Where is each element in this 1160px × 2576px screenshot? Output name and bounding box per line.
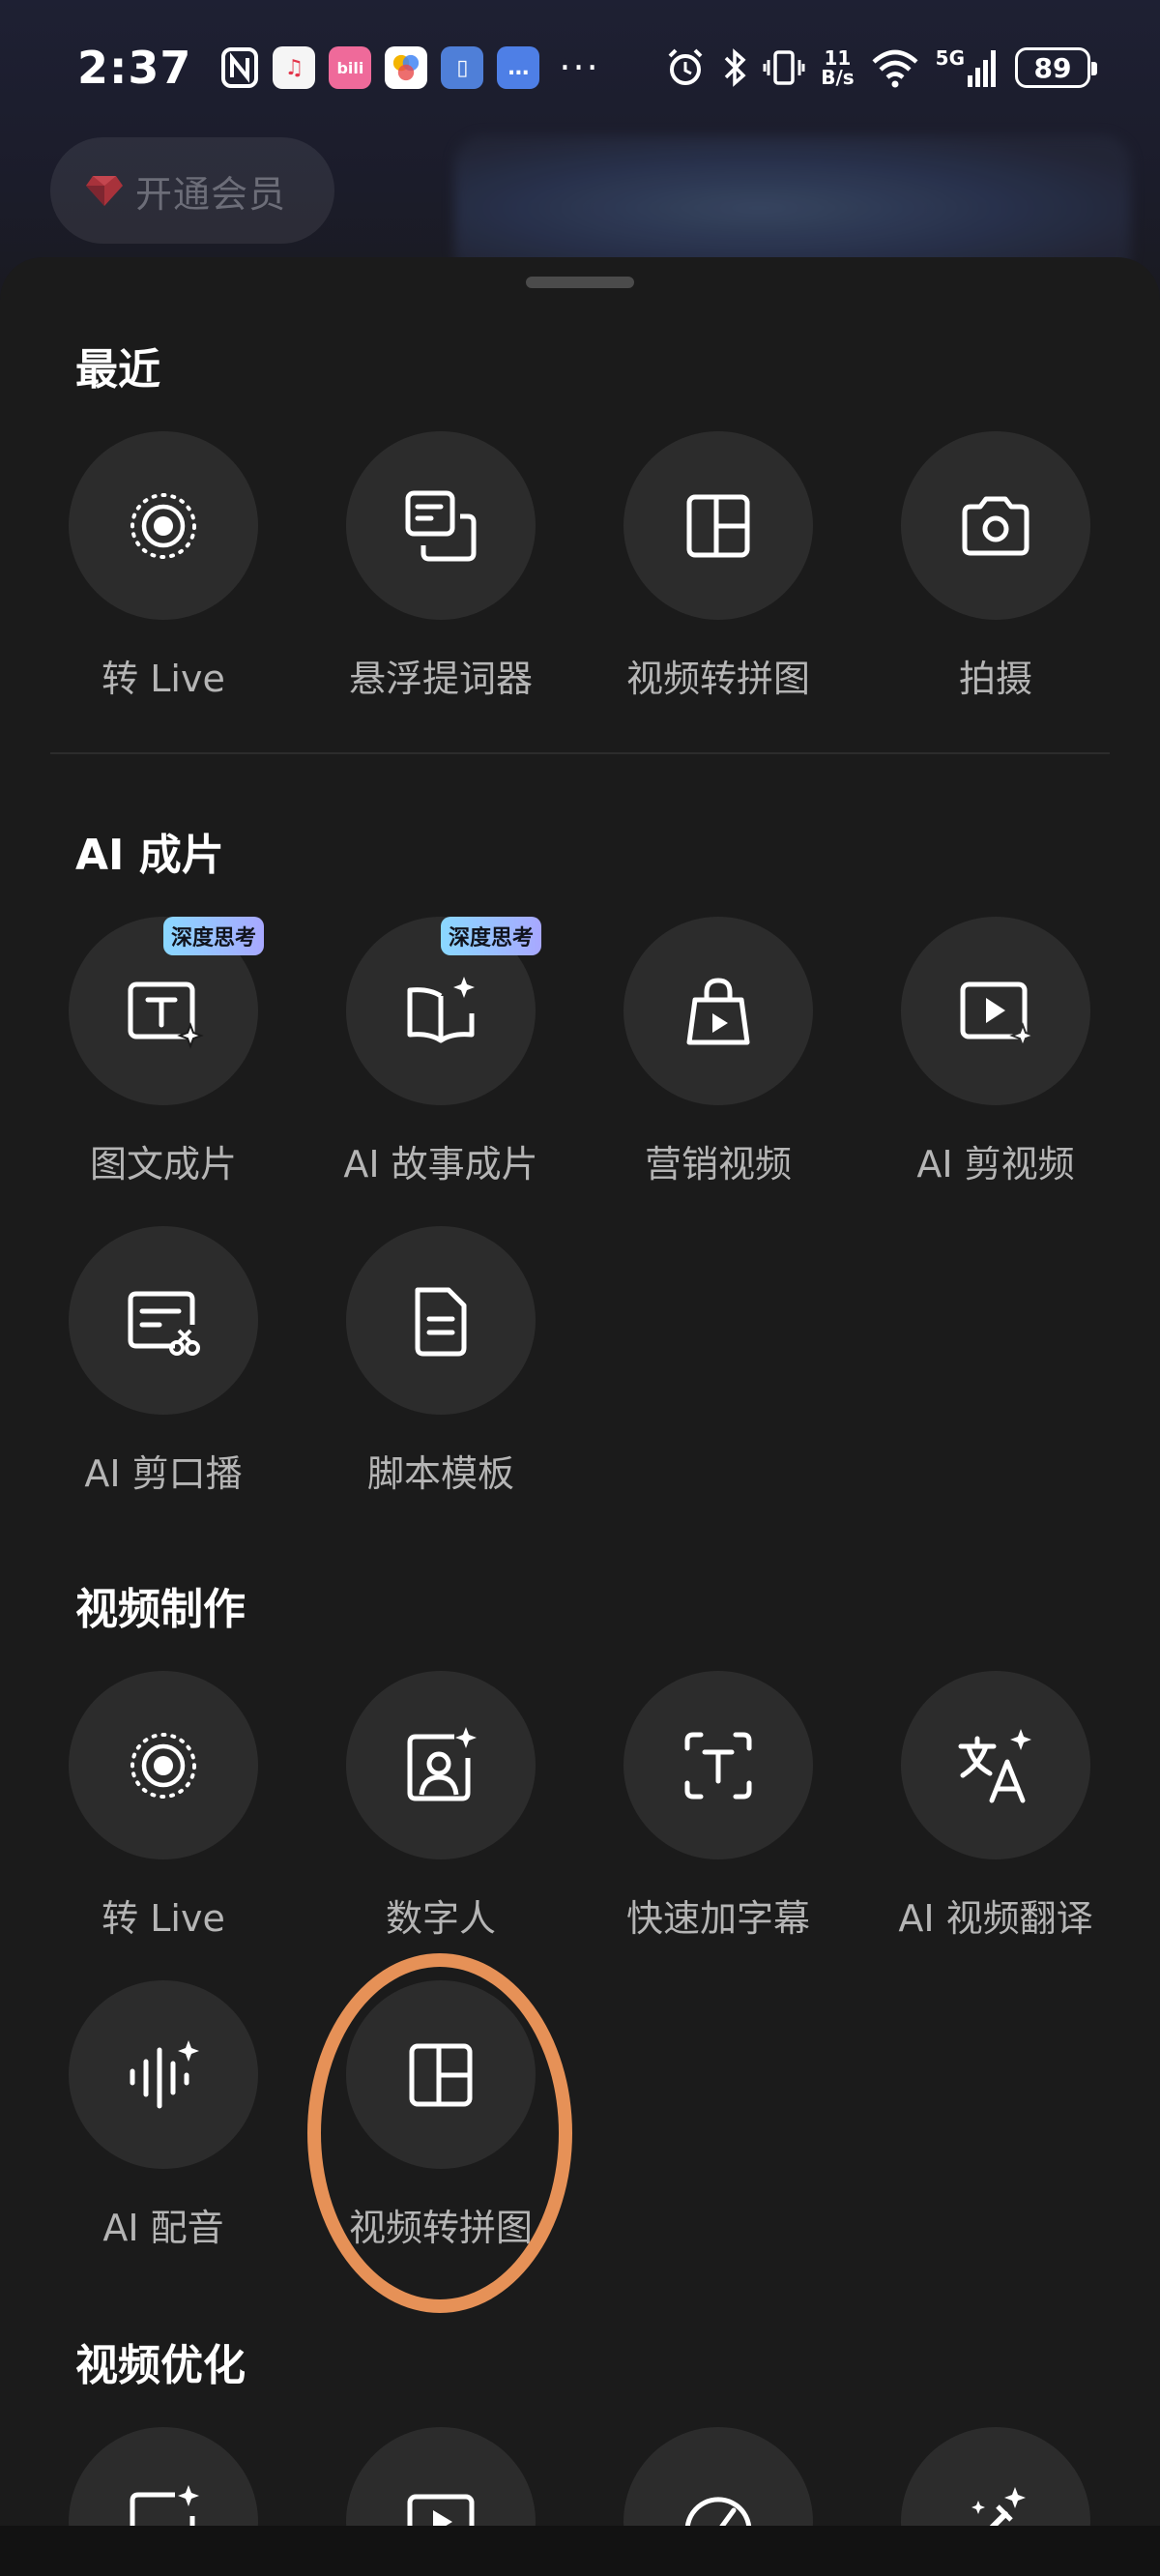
tool-tile[interactable]: 深度思考 AI 故事成片	[301, 917, 581, 1187]
ai-cut-talk-icon	[128, 1291, 200, 1356]
screen: 开通会员 2:37 ♫ bili ▯ … ··· 11 B/s 5G 89 最近…	[0, 0, 1160, 2576]
tool-label: AI 剪视频	[916, 1143, 1075, 1186]
photos-app-icon	[385, 46, 428, 89]
navigation-bar-area	[0, 2526, 1160, 2576]
tools-bottom-sheet: 最近 转 Live 悬浮提词器 视频转拼图 拍摄 AI 成片 深度思考 图文成片…	[0, 257, 1160, 2576]
tool-tile[interactable]: 脚本模板	[301, 1226, 581, 1497]
tool-icon-circle	[69, 1226, 258, 1415]
section-title-ai-video: AI 成片	[75, 831, 224, 880]
subtitle-icon	[684, 1732, 752, 1799]
tool-label: AI 剪口播	[84, 1452, 243, 1495]
tool-tile[interactable]: 转 Live	[23, 431, 304, 702]
sheet-drag-handle[interactable]	[526, 277, 634, 288]
tool-icon-circle	[346, 1226, 536, 1415]
tool-label: AI 故事成片	[343, 1143, 538, 1186]
teleprompter-icon	[405, 490, 477, 561]
digital-human-icon	[407, 1726, 477, 1800]
live-icon	[130, 492, 196, 559]
tool-icon-circle	[69, 431, 258, 620]
tool-tile[interactable]: 悬浮提词器	[301, 431, 581, 702]
tool-icon-circle: 深度思考	[346, 917, 542, 1105]
translate-icon	[958, 1728, 1031, 1802]
collage-icon	[409, 2043, 473, 2106]
voiceover-icon	[130, 2039, 199, 2108]
status-time: 2:37	[77, 42, 192, 94]
tool-label: 脚本模板	[366, 1452, 514, 1495]
script-doc-icon	[415, 1287, 467, 1356]
tool-label: 快速加字幕	[625, 1897, 810, 1940]
tool-label: 视频转拼图	[348, 2207, 533, 2249]
tool-tile[interactable]: AI 剪视频	[856, 917, 1136, 1187]
bilibili-app-icon: bili	[329, 46, 372, 89]
tool-icon-circle	[624, 1671, 813, 1859]
camera-icon	[962, 496, 1030, 555]
deep-thinking-badge: 深度思考	[163, 917, 265, 955]
tool-label: 转 Live	[102, 658, 225, 700]
tool-label: 数字人	[385, 1897, 496, 1940]
section-title-video-production: 视频制作	[75, 1585, 246, 1634]
ai-edit-video-icon	[960, 981, 1036, 1049]
tool-label: 悬浮提词器	[348, 658, 533, 700]
story-book-icon	[407, 976, 475, 1042]
tool-label: AI 配音	[102, 2207, 224, 2249]
nfc-icon	[221, 47, 259, 88]
messages-app-icon: …	[497, 46, 540, 89]
tool-tile[interactable]: 拍摄	[856, 431, 1136, 702]
vibrate-icon	[763, 50, 805, 85]
tool-tile[interactable]: 视频转拼图	[578, 431, 858, 702]
tool-tile[interactable]: 营销视频	[578, 917, 858, 1187]
tool-icon-circle: 深度思考	[69, 917, 265, 1105]
shopping-bag-icon	[686, 977, 750, 1044]
gem-icon	[86, 176, 123, 206]
tool-icon-circle	[624, 431, 813, 620]
battery-indicator: 89	[1015, 47, 1097, 88]
tool-tile[interactable]: 转 Live	[23, 1671, 304, 1942]
section-title-video-optimization: 视频优化	[75, 2341, 246, 2390]
tool-label: 图文成片	[89, 1143, 237, 1186]
battery-level: 89	[1033, 51, 1072, 84]
tool-icon-circle	[901, 1671, 1090, 1859]
tool-tile[interactable]: 快速加字幕	[578, 1671, 858, 1942]
tool-icon-circle	[346, 431, 536, 620]
tool-label: 视频转拼图	[625, 658, 810, 700]
tool-tile[interactable]: AI 剪口播	[23, 1226, 304, 1497]
alarm-icon	[668, 48, 703, 85]
signal-bars-icon	[968, 50, 996, 87]
tool-icon-circle	[346, 1980, 536, 2169]
vip-button[interactable]: 开通会员	[50, 137, 334, 244]
music-app-icon: ♫	[273, 46, 316, 89]
more-notifications-icon: ···	[559, 46, 600, 89]
tool-icon-circle	[901, 431, 1090, 620]
network-speed: 11 B/s	[821, 48, 854, 87]
wifi-icon	[872, 49, 918, 88]
tool-label: 转 Live	[102, 1897, 225, 1940]
tool-icon-circle	[69, 1671, 258, 1859]
tool-tile[interactable]: 数字人	[301, 1671, 581, 1942]
tool-icon-circle	[69, 1980, 258, 2169]
tool-tile[interactable]: 视频转拼图	[301, 1980, 581, 2251]
tool-icon-circle	[346, 1671, 536, 1859]
collage-icon	[686, 494, 750, 557]
tool-label: AI 视频翻译	[898, 1897, 1093, 1940]
cellular-signal: 5G	[936, 46, 1000, 89]
tool-tile[interactable]: 深度思考 图文成片	[23, 917, 304, 1187]
network-type: 5G	[935, 46, 965, 70]
deep-thinking-badge: 深度思考	[441, 917, 542, 955]
section-title-recent: 最近	[75, 345, 160, 395]
tool-icon-circle	[624, 917, 813, 1105]
tool-label: 营销视频	[644, 1143, 792, 1186]
status-bar: 2:37 ♫ bili ▯ … ··· 11 B/s 5G 89	[0, 0, 1160, 135]
text-to-video-icon	[128, 981, 204, 1049]
wallet-app-icon: ▯	[441, 46, 484, 89]
section-divider	[50, 752, 1110, 754]
tool-icon-circle	[901, 917, 1090, 1105]
live-icon	[130, 1732, 196, 1799]
tool-tile[interactable]: AI 配音	[23, 1980, 304, 2251]
tool-tile[interactable]: AI 视频翻译	[856, 1671, 1136, 1942]
vip-label: 开通会员	[135, 172, 287, 216]
network-speed-unit: B/s	[821, 66, 855, 89]
tool-label: 拍摄	[958, 658, 1032, 700]
network-speed-value: 11	[824, 46, 852, 70]
bluetooth-icon	[724, 48, 746, 87]
